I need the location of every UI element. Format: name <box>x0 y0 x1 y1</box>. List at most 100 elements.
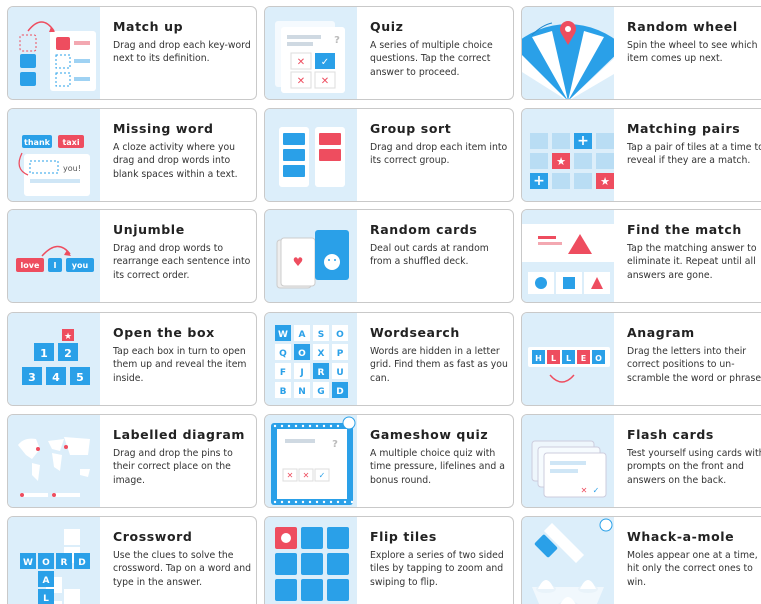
svg-text:X: X <box>318 349 325 359</box>
activity-card-anagram[interactable]: HLLEO Anagram Drag the letters into thei… <box>521 312 761 406</box>
svg-text:A: A <box>299 330 306 340</box>
svg-text:?: ? <box>332 439 338 450</box>
whack-a-mole-icon <box>522 517 614 604</box>
activity-description: Tap each box in turn to open them up and… <box>113 346 247 384</box>
svg-text:+: + <box>533 173 545 189</box>
random-wheel-icon <box>522 7 614 99</box>
activity-grid: Match up Drag and drop each key-word nex… <box>0 0 761 604</box>
activity-description: Tap the matching answer to eliminate it.… <box>627 243 757 281</box>
activity-title: Match up <box>113 19 184 34</box>
activity-card-whack-a-mole[interactable]: Whack-a-mole Moles appear one at a time,… <box>521 516 761 604</box>
activity-description: Drag and drop each item into its correct… <box>370 142 508 167</box>
svg-text:✕: ✕ <box>581 486 588 495</box>
svg-text:B: B <box>280 387 287 397</box>
activity-card-gameshow-quiz[interactable]: ? ✕ ✕ ✓ Gameshow quiz A multiple choice … <box>264 414 514 508</box>
gameshow-quiz-icon: ? ✕ ✕ ✓ <box>265 415 357 507</box>
crossword-icon: WORDALL <box>8 517 100 604</box>
activity-title: Matching pairs <box>627 121 741 136</box>
svg-text:O: O <box>595 354 602 363</box>
matching-pairs-icon: + ★ + ★ <box>522 109 614 201</box>
svg-text:U: U <box>336 368 343 378</box>
flash-cards-icon: ✕ ✓ <box>522 415 614 507</box>
activity-description: Tap a pair of tiles at a time to reveal … <box>627 142 761 167</box>
activity-card-wordsearch[interactable]: W A S O Q O X P F J R U B N G D Wordsearch Words are hi… <box>264 312 514 406</box>
activity-description: Words are hidden in a letter grid. Find … <box>370 346 508 384</box>
activity-title: Crossword <box>113 529 193 544</box>
activity-card-matching-pairs[interactable]: + ★ + ★ Matching pairs Tap a pair of tiles … <box>521 108 761 202</box>
wordsearch-icon: W A S O Q O X P F J R U B N G D <box>265 313 357 405</box>
activity-description: Drag and drop the pins to their correct … <box>113 448 233 486</box>
group-sort-icon <box>265 109 357 201</box>
activity-title: Random wheel <box>627 19 738 34</box>
svg-text:thank: thank <box>24 138 51 147</box>
svg-text:?: ? <box>334 35 340 46</box>
activity-card-random-cards[interactable]: ♥ Random cards Deal out cards at random … <box>264 209 514 303</box>
svg-text:O: O <box>298 349 306 359</box>
svg-text:S: S <box>318 330 324 340</box>
svg-text:R: R <box>61 558 68 568</box>
random-cards-icon: ♥ <box>265 210 357 302</box>
match-up-icon <box>8 7 100 99</box>
svg-text:3: 3 <box>28 371 36 384</box>
activity-card-find-the-match[interactable]: Find the match Tap the matching answer t… <box>521 209 761 303</box>
flip-tiles-icon <box>265 517 357 604</box>
svg-text:✓: ✓ <box>321 57 329 68</box>
svg-text:P: P <box>337 349 344 359</box>
svg-text:♥: ♥ <box>293 255 304 269</box>
svg-text:taxi: taxi <box>62 138 79 147</box>
svg-text:love: love <box>21 261 40 270</box>
activity-card-labelled-diagram[interactable]: Labelled diagram Drag and drop the pins … <box>7 414 257 508</box>
svg-text:J: J <box>299 368 303 378</box>
activity-card-flip-tiles[interactable]: Flip tiles Explore a series of two sided… <box>264 516 514 604</box>
activity-title: Missing word <box>113 121 214 136</box>
activity-card-unjumble[interactable]: love I you Unjumble Drag and drop words … <box>7 209 257 303</box>
svg-text:2: 2 <box>64 347 72 360</box>
unjumble-icon: love I you <box>8 210 100 302</box>
quiz-icon: ? ✕ ✓ ✕ ✕ <box>265 7 357 99</box>
svg-text:O: O <box>336 330 344 340</box>
activity-title: Open the box <box>113 325 215 340</box>
svg-text:H: H <box>535 354 542 363</box>
activity-title: Whack-a-mole <box>627 529 735 544</box>
svg-text:✕: ✕ <box>303 471 310 480</box>
svg-text:G: G <box>317 387 324 397</box>
svg-text:W: W <box>278 330 288 340</box>
activity-title: Random cards <box>370 222 478 237</box>
activity-card-missing-word[interactable]: thank taxi you! Missing word A cloze act… <box>7 108 257 202</box>
svg-text:✕: ✕ <box>297 76 305 87</box>
activity-title: Wordsearch <box>370 325 460 340</box>
svg-text:A: A <box>43 576 50 586</box>
labelled-diagram-icon <box>8 415 100 507</box>
activity-title: Flip tiles <box>370 529 437 544</box>
activity-card-open-the-box[interactable]: 1 2 ★ 3 4 5 Open the box Tap each box in… <box>7 312 257 406</box>
svg-text:W: W <box>23 558 33 568</box>
activity-card-group-sort[interactable]: Group sort Drag and drop each item into … <box>264 108 514 202</box>
activity-card-crossword[interactable]: WORDALL Crossword Use the clues to solve… <box>7 516 257 604</box>
svg-text:L: L <box>566 354 571 363</box>
activity-description: A series of multiple choice questions. T… <box>370 40 493 78</box>
svg-text:✕: ✕ <box>321 76 329 87</box>
find-the-match-icon <box>522 210 614 302</box>
activity-description: Moles appear one at a time, hit only the… <box>627 550 758 588</box>
activity-title: Group sort <box>370 121 452 136</box>
activity-card-random-wheel[interactable]: Random wheel Spin the wheel to see which… <box>521 6 761 100</box>
activity-description: A multiple choice quiz with time pressur… <box>370 448 505 486</box>
svg-text:D: D <box>336 387 343 397</box>
activity-description: A cloze activity where you drag and drop… <box>113 142 238 180</box>
svg-text:1: 1 <box>40 347 48 360</box>
svg-text:I: I <box>54 261 57 270</box>
activity-description: Drag and drop each key-word next to its … <box>113 40 251 65</box>
activity-description: Explore a series of two sided tiles by t… <box>370 550 504 588</box>
svg-text:you!: you! <box>63 164 81 173</box>
activity-description: Use the clues to solve the crossword. Ta… <box>113 550 252 588</box>
activity-card-flash-cards[interactable]: ✕ ✓ Flash cards Test yourself using cards… <box>521 414 761 508</box>
activity-title: Quiz <box>370 19 404 34</box>
svg-text:★: ★ <box>64 332 72 342</box>
activity-card-match-up[interactable]: Match up Drag and drop each key-word nex… <box>7 6 257 100</box>
activity-description: Drag and drop words to rearrange each se… <box>113 243 251 281</box>
activity-title: Gameshow quiz <box>370 427 489 442</box>
activity-card-quiz[interactable]: ? ✕ ✓ ✕ ✕ Quiz A series of multiple choi… <box>264 6 514 100</box>
svg-text:✓: ✓ <box>319 471 326 480</box>
activity-description: Test yourself using cards with prompts o… <box>627 448 761 486</box>
missing-word-icon: thank taxi you! <box>8 109 100 201</box>
